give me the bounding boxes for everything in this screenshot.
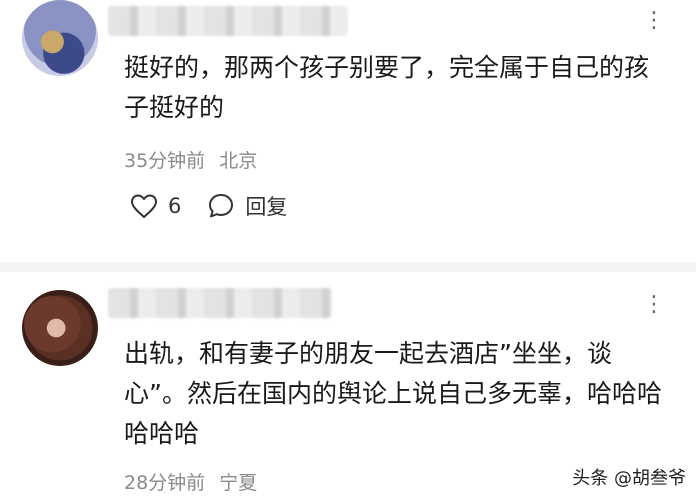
chat-bubble-icon xyxy=(207,192,235,220)
reply-label: 回复 xyxy=(245,195,288,219)
like-count: 6 xyxy=(168,194,182,218)
username-blurred xyxy=(108,6,348,36)
comment-meta: 28分钟前 宁夏 xyxy=(124,468,257,495)
comment-text: 挺好的，那两个孩子别要了，完全属于自己的孩子挺好的 xyxy=(124,53,650,122)
comment-text: 出轨，和有妻子的朋友一起去酒店”坐坐，谈心”。然后在国内的舆论上说自己多无辜，哈… xyxy=(124,339,662,448)
comment-meta: 35分钟前 北京 xyxy=(124,146,257,173)
reply-button[interactable]: 回复 xyxy=(207,191,287,221)
comment-actions: 6 回复 xyxy=(130,190,287,222)
avatar[interactable] xyxy=(22,290,98,366)
more-options-icon[interactable]: ⋮ xyxy=(643,294,666,316)
comment-location: 宁夏 xyxy=(219,472,258,494)
like-button[interactable]: 6 xyxy=(130,193,181,219)
avatar[interactable] xyxy=(22,0,98,76)
username-blurred xyxy=(108,288,332,318)
heart-icon xyxy=(130,193,158,219)
comment-divider xyxy=(0,262,696,272)
comment-location: 北京 xyxy=(219,150,258,172)
comment-item-1: ⋮ 挺好的，那两个孩子别要了，完全属于自己的孩子挺好的 35分钟前 北京 6 回… xyxy=(0,0,696,262)
watermark: 头条 @胡叁爷 xyxy=(572,468,686,489)
comment-time: 35分钟前 xyxy=(124,150,206,172)
more-options-icon[interactable]: ⋮ xyxy=(643,10,666,32)
comment-time: 28分钟前 xyxy=(124,472,206,494)
